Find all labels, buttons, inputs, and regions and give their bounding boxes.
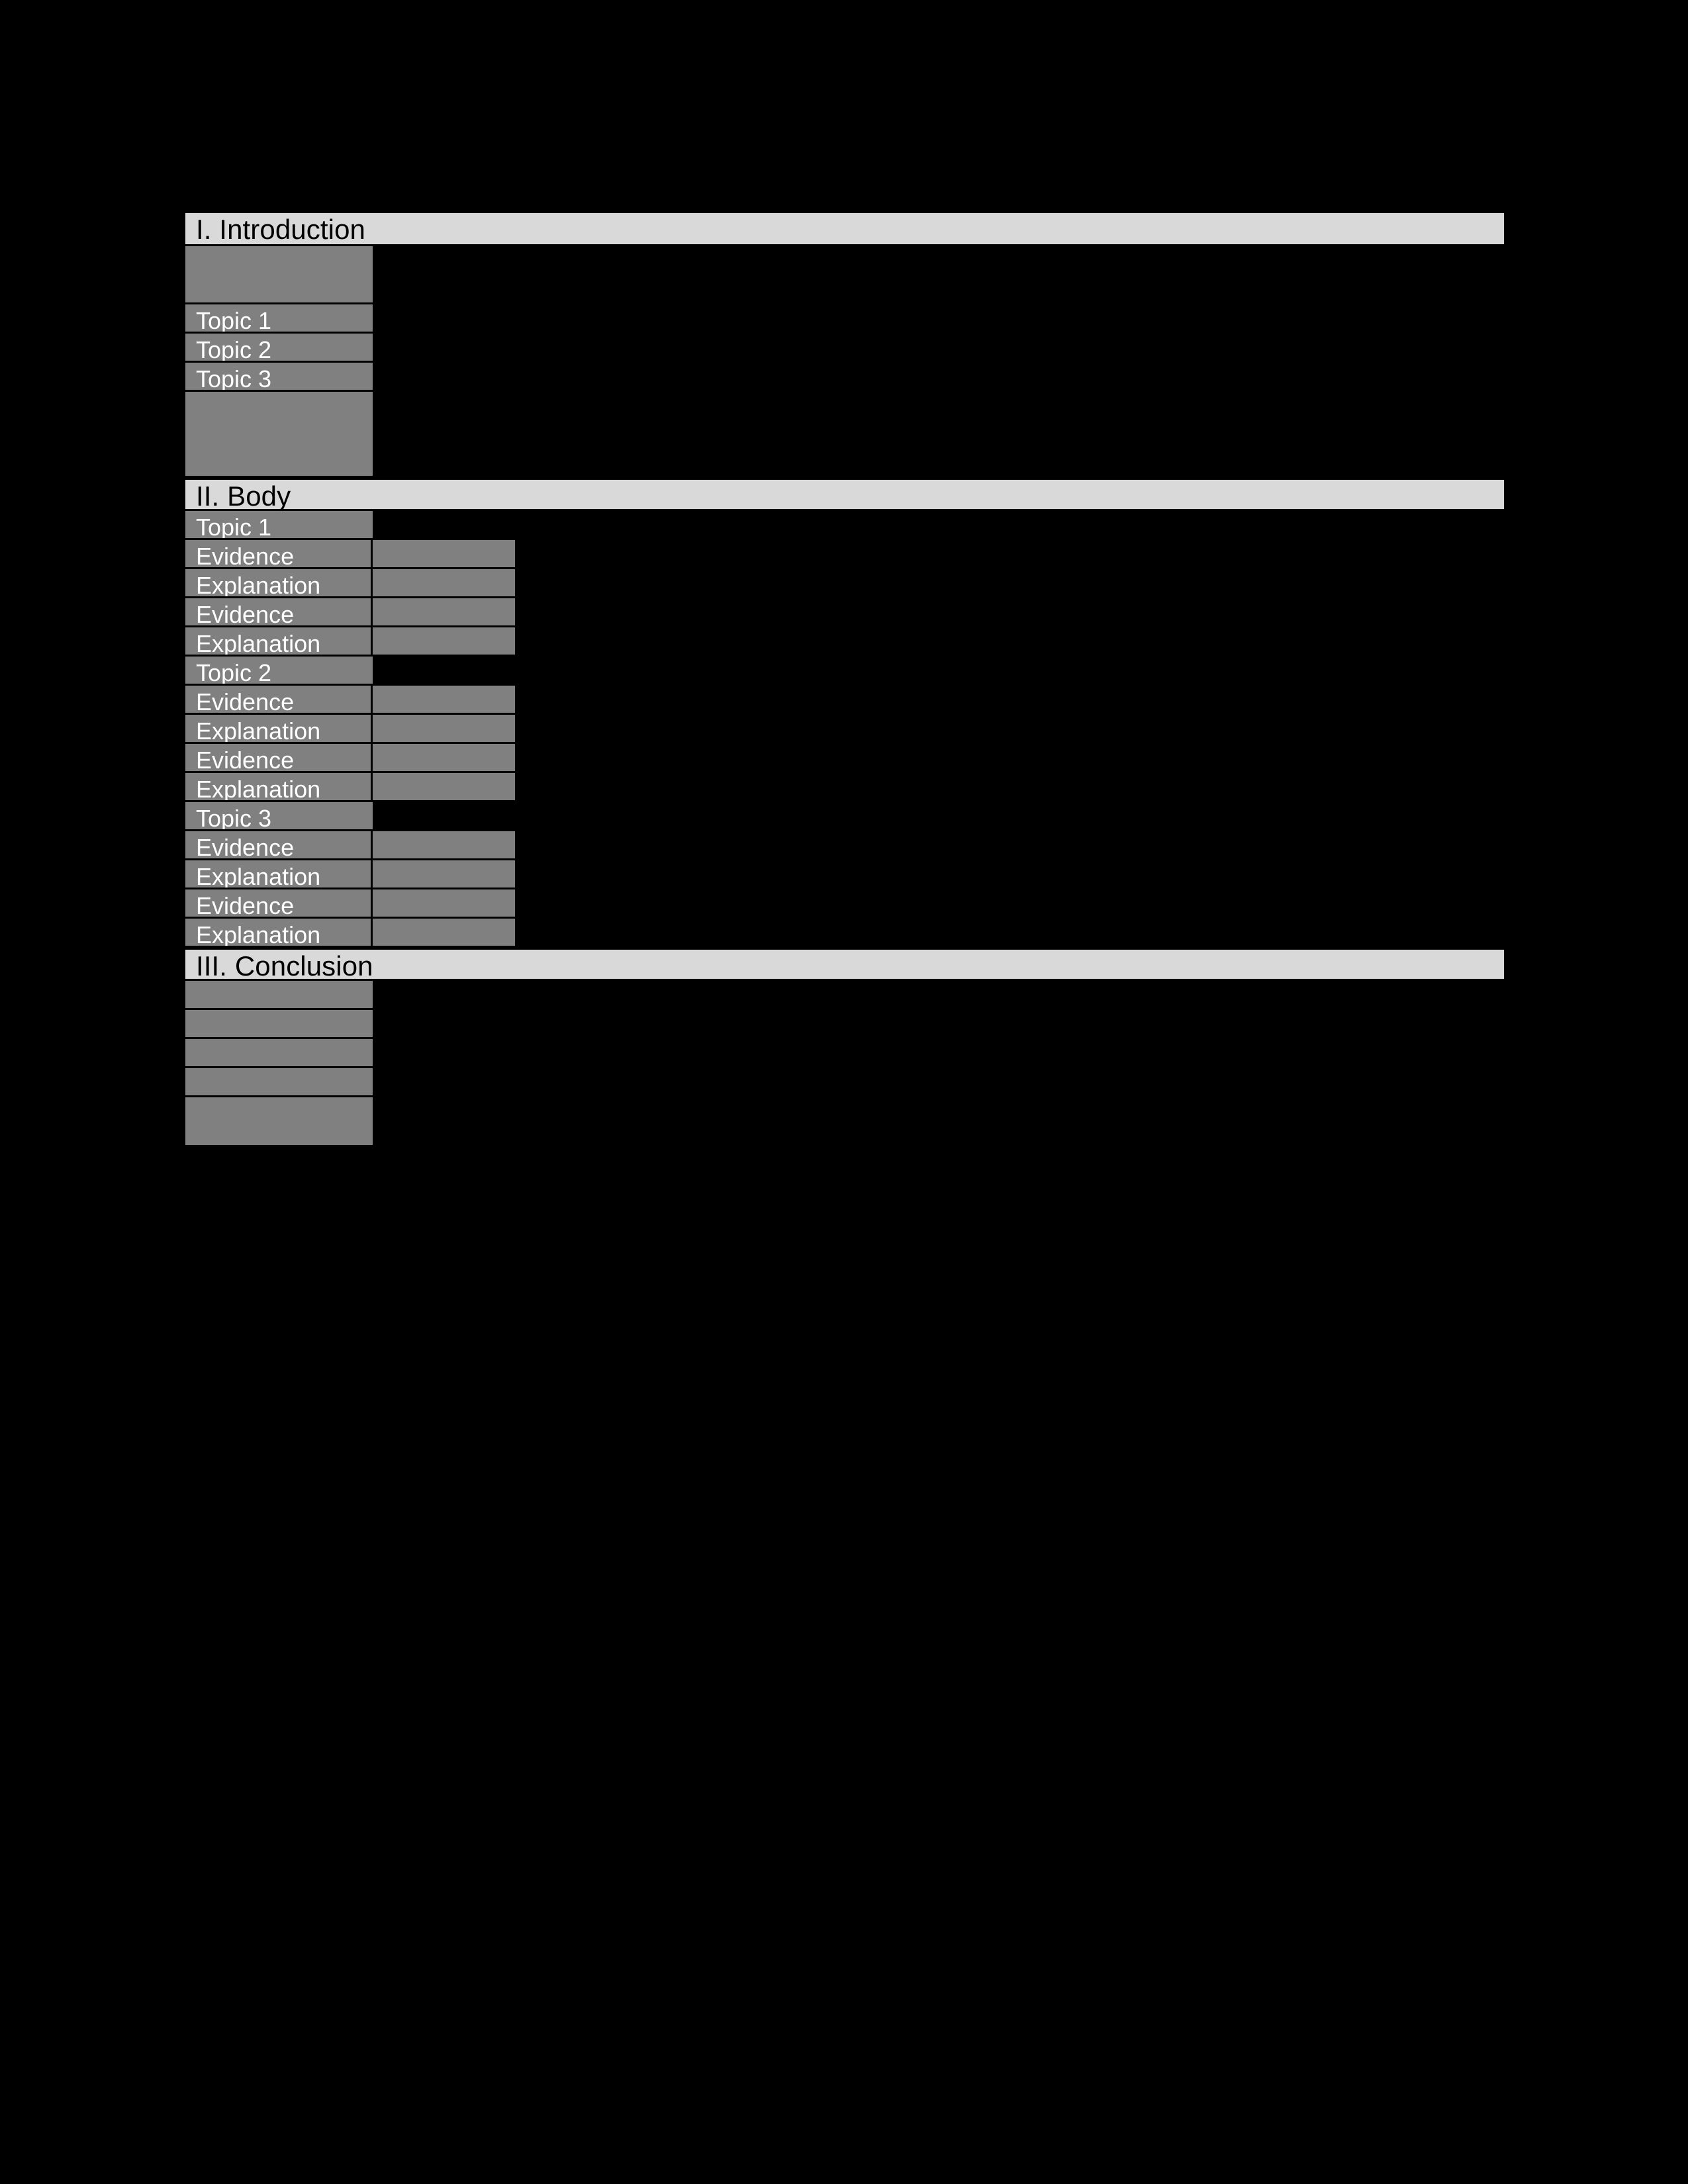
table-row: Topic 1 — [185, 304, 1504, 334]
body-evidence-1a-value[interactable] — [373, 540, 515, 567]
conclusion-blank-3-label[interactable] — [185, 1039, 373, 1066]
body-explanation-3a-value[interactable] — [373, 860, 515, 887]
row-spacer — [515, 744, 1504, 771]
table-row: Evidence — [185, 598, 1504, 627]
body-topic-1-label[interactable]: Topic 1 — [185, 511, 373, 538]
body-evidence-3b-value[interactable] — [373, 889, 515, 917]
body-topic-3-label[interactable]: Topic 3 — [185, 802, 373, 829]
body-topic-2-label[interactable]: Topic 2 — [185, 657, 373, 684]
body-explanation-1a-label[interactable]: Explanation — [185, 569, 373, 596]
body-evidence-1b-label[interactable]: Evidence — [185, 598, 373, 625]
row-spacer — [373, 1010, 1504, 1037]
table-row: Explanation — [185, 627, 1504, 657]
table-row: Explanation — [185, 715, 1504, 744]
table-row — [185, 1010, 1504, 1039]
table-row — [185, 981, 1504, 1010]
table-row — [185, 392, 1504, 478]
conclusion-blank-4-label[interactable] — [185, 1068, 373, 1095]
row-spacer — [373, 657, 1504, 684]
row-spacer — [515, 686, 1504, 713]
table-row: Evidence — [185, 831, 1504, 860]
table-row: Explanation — [185, 860, 1504, 889]
row-spacer — [515, 831, 1504, 858]
body-explanation-2a-value[interactable] — [373, 715, 515, 742]
table-row — [185, 1039, 1504, 1068]
conclusion-blank-1-label[interactable] — [185, 981, 373, 1008]
row-spacer — [373, 1068, 1504, 1095]
body-explanation-1b-label[interactable]: Explanation — [185, 627, 373, 655]
row-spacer — [373, 511, 1504, 538]
conclusion-blank-5-label[interactable] — [185, 1097, 373, 1145]
body-explanation-2b-value[interactable] — [373, 773, 515, 800]
body-evidence-3a-value[interactable] — [373, 831, 515, 858]
row-spacer — [373, 392, 1504, 476]
table-row: Topic 1 — [185, 511, 1504, 540]
conclusion-blank-2-label[interactable] — [185, 1010, 373, 1037]
table-row: Topic 3 — [185, 802, 1504, 831]
row-spacer — [515, 540, 1504, 567]
row-spacer — [515, 773, 1504, 800]
table-row — [185, 246, 1504, 304]
essay-outline-table: I. Introduction Topic 1 Topic 2 Topic 3 II. … — [185, 213, 1504, 1147]
table-row: Topic 3 — [185, 363, 1504, 392]
body-evidence-3a-label[interactable]: Evidence — [185, 831, 373, 858]
body-explanation-1a-value[interactable] — [373, 569, 515, 596]
table-row — [185, 1097, 1504, 1147]
body-evidence-2a-value[interactable] — [373, 686, 515, 713]
row-spacer — [515, 627, 1504, 655]
table-row: Explanation — [185, 773, 1504, 802]
body-explanation-3b-value[interactable] — [373, 919, 515, 946]
body-evidence-2a-label[interactable]: Evidence — [185, 686, 373, 713]
row-spacer — [515, 919, 1504, 946]
body-evidence-2b-value[interactable] — [373, 744, 515, 771]
row-spacer — [373, 802, 1504, 829]
row-spacer — [373, 1039, 1504, 1066]
intro-topic-3-label[interactable]: Topic 3 — [185, 363, 373, 390]
table-row: Topic 2 — [185, 657, 1504, 686]
row-spacer — [373, 304, 1504, 332]
body-evidence-2b-label[interactable]: Evidence — [185, 744, 373, 771]
section-header-body: II. Body — [185, 478, 1504, 511]
row-spacer — [373, 981, 1504, 1008]
body-explanation-2b-label[interactable]: Explanation — [185, 773, 373, 800]
body-evidence-1b-value[interactable] — [373, 598, 515, 625]
row-spacer — [373, 334, 1504, 361]
row-spacer — [373, 246, 1504, 302]
row-spacer — [515, 715, 1504, 742]
table-row: Explanation — [185, 569, 1504, 598]
row-spacer — [515, 569, 1504, 596]
body-evidence-3b-label[interactable]: Evidence — [185, 889, 373, 917]
body-explanation-2a-label[interactable]: Explanation — [185, 715, 373, 742]
section-header-conclusion: III. Conclusion — [185, 948, 1504, 981]
table-row: Explanation — [185, 919, 1504, 948]
body-explanation-3b-label[interactable]: Explanation — [185, 919, 373, 946]
intro-topic-2-label[interactable]: Topic 2 — [185, 334, 373, 361]
intro-topic-1-label[interactable]: Topic 1 — [185, 304, 373, 332]
table-row: Evidence — [185, 686, 1504, 715]
row-spacer — [515, 889, 1504, 917]
row-spacer — [515, 860, 1504, 887]
table-row: Evidence — [185, 744, 1504, 773]
row-spacer — [373, 1097, 1504, 1145]
table-row: Evidence — [185, 889, 1504, 919]
body-evidence-1a-label[interactable]: Evidence — [185, 540, 373, 567]
table-row: Topic 2 — [185, 334, 1504, 363]
row-spacer — [515, 598, 1504, 625]
table-row: Evidence — [185, 540, 1504, 569]
section-header-introduction: I. Introduction — [185, 213, 1504, 246]
body-explanation-1b-value[interactable] — [373, 627, 515, 655]
intro-blank-bottom-label[interactable] — [185, 392, 373, 476]
body-explanation-3a-label[interactable]: Explanation — [185, 860, 373, 887]
table-row — [185, 1068, 1504, 1097]
intro-blank-top-label[interactable] — [185, 246, 373, 302]
row-spacer — [373, 363, 1504, 390]
